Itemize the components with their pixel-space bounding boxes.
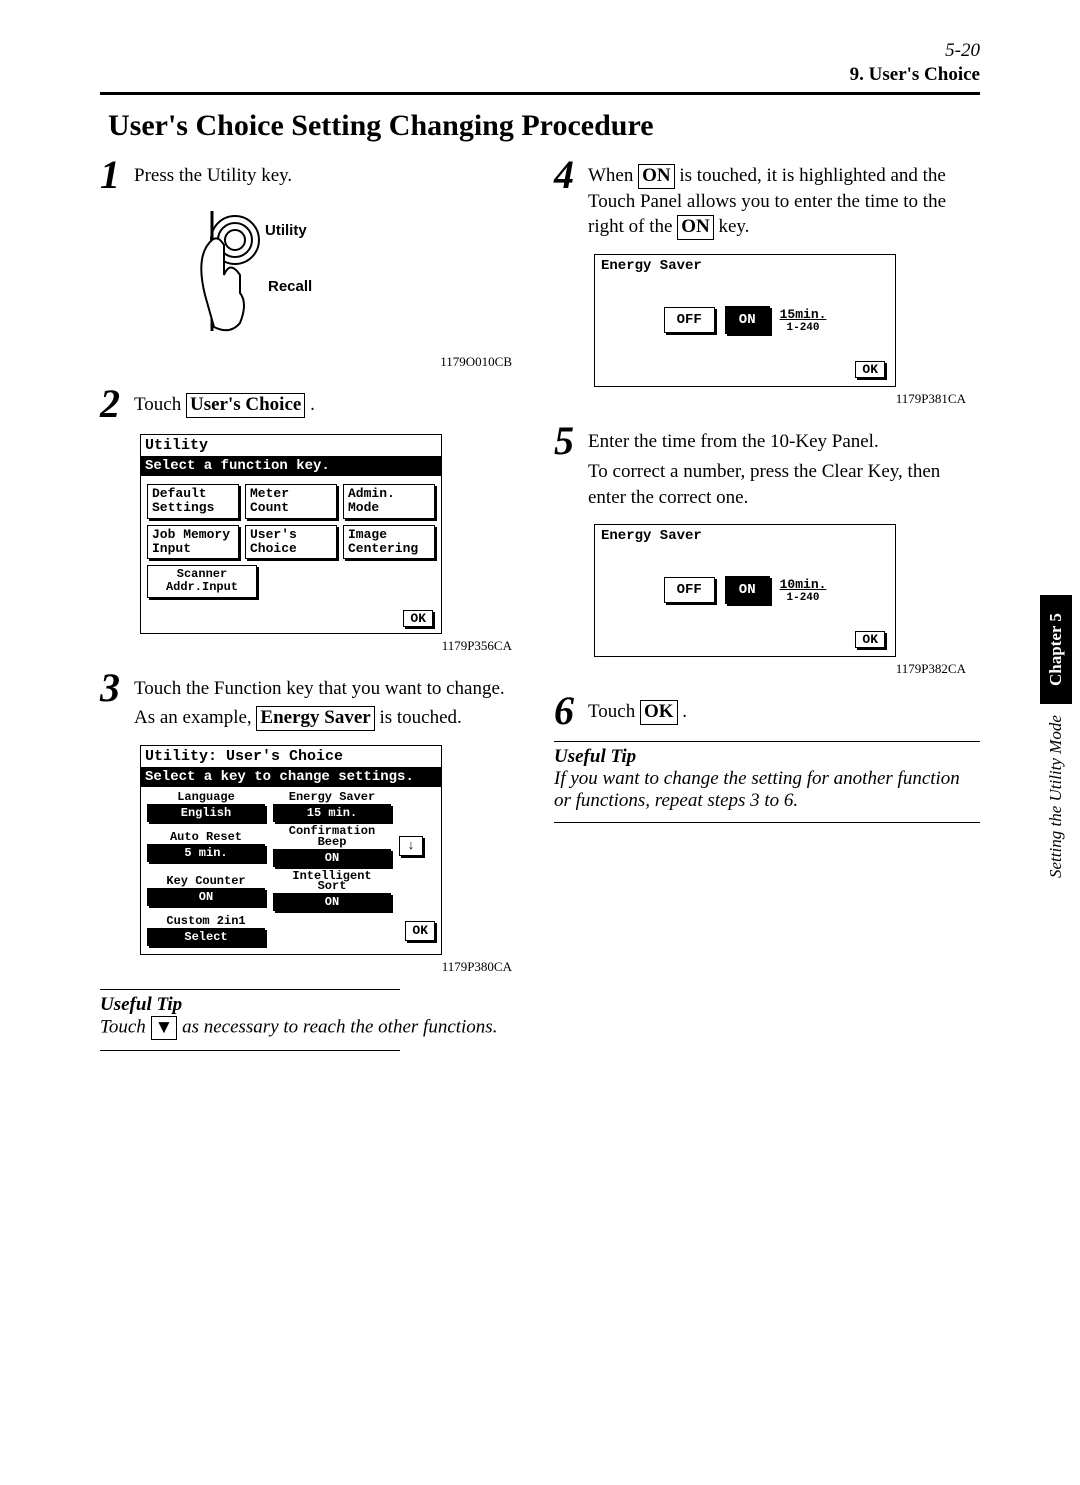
step-4: 4 When ON is touched, it is highlighted … [554,155,980,244]
tip-rule [554,741,980,742]
custom-2in1-setting[interactable]: Custom 2in1Select [147,915,265,946]
figure-code: 1179P356CA [100,638,526,654]
tip-rule [554,822,980,823]
screen-title: Energy Saver [595,255,708,278]
auto-reset-setting[interactable]: Auto Reset5 min. [147,831,265,862]
language-setting[interactable]: LanguageEnglish [147,791,265,822]
step-6: 6 Touch OK . [554,691,980,731]
on-button-ref: ON [677,215,714,240]
admin-mode-button[interactable]: Admin. Mode [343,484,435,519]
chapter-tab: Chapter 5 [1040,595,1072,704]
useful-tip-text: Touch ▼ as necessary to reach the other … [100,1016,526,1040]
ok-button[interactable]: OK [403,610,433,627]
step-3: 3 Touch the Function key that you want t… [100,668,526,735]
useful-tip-title: Useful Tip [554,746,980,768]
on-button[interactable]: ON [725,306,770,334]
step-text: Enter the time from the 10-Key Panel. To… [588,421,980,514]
tip-rule [100,989,400,990]
figure-code: 1179O010CB [100,354,526,370]
time-display: 15min. 1-240 [780,307,827,334]
users-choice-button[interactable]: User's Choice [245,525,337,560]
figure-code: 1179P381CA [554,391,980,407]
useful-tip-title: Useful Tip [100,994,526,1016]
step-number: 3 [100,668,120,708]
on-button[interactable]: ON [725,576,770,604]
meter-count-button[interactable]: Meter Count [245,484,337,519]
side-tab: Chapter 5 Setting the Utility Mode [1040,595,1072,891]
screen-title: Utility [141,435,441,456]
figure-code: 1179P380CA [100,959,526,975]
section-header: 9. User's Choice [100,64,980,86]
utility-label: Utility [265,222,307,239]
figure-code: 1179P382CA [554,661,980,677]
step-number: 1 [100,155,120,195]
ok-button[interactable]: OK [855,631,885,648]
step-text: Touch the Function key that you want to … [134,668,505,735]
finger-illustration: Utility Recall [140,205,526,350]
ok-button-ref: OK [640,700,678,725]
scanner-addr-input-button[interactable]: Scanner Addr.Input [147,565,257,597]
intelligent-sort-setting[interactable]: Intelligent SortON [273,871,391,912]
step-1: 1 Press the Utility key. [100,155,526,195]
step-number: 6 [554,691,574,731]
energy-saver-button-ref: Energy Saver [256,706,374,731]
recall-label: Recall [268,278,312,295]
screen-title: Energy Saver [595,525,708,548]
energy-saver-setting[interactable]: Energy Saver15 min. [273,791,391,822]
users-choice-button-ref: User's Choice [186,393,305,418]
step-number: 2 [100,384,120,424]
key-counter-setting[interactable]: Key CounterON [147,875,265,906]
off-button[interactable]: OFF [664,577,715,603]
step-text: Touch User's Choice . [134,384,315,422]
screen-banner: Select a function key. [141,456,441,476]
chapter-label: Setting the Utility Mode [1044,704,1068,891]
step-2: 2 Touch User's Choice . [100,384,526,424]
off-button[interactable]: OFF [664,307,715,333]
ok-button[interactable]: OK [855,361,885,378]
energy-saver-screen: Energy Saver OFF ON 15min. 1-240 OK [594,254,896,387]
confirmation-beep-setting[interactable]: Confirmation BeepON [273,826,391,867]
on-button-ref: ON [638,164,675,189]
down-triangle-icon: ▼ [151,1016,178,1040]
useful-tip-text: If you want to change the setting for an… [554,768,980,812]
step-5: 5 Enter the time from the 10-Key Panel. … [554,421,980,514]
default-settings-button[interactable]: Default Settings [147,484,239,519]
image-centering-button[interactable]: Image Centering [343,525,435,560]
page-title: User's Choice Setting Changing Procedure [108,109,980,143]
time-display: 10min. 1-240 [780,577,827,604]
down-arrow-button[interactable]: ↓ [399,836,423,856]
users-choice-screen: Utility: User's Choice Select a key to c… [140,745,442,955]
screen-banner: Select a key to change settings. [141,767,441,787]
utility-screen: Utility Select a function key. Default S… [140,434,442,634]
header-rule [100,92,980,95]
step-text: Touch OK . [588,691,687,729]
job-memory-input-button[interactable]: Job Memory Input [147,525,239,560]
step-text: When ON is touched, it is highlighted an… [588,155,980,244]
step-text: Press the Utility key. [134,155,292,193]
step-number: 5 [554,421,574,461]
tip-rule [100,1050,400,1051]
ok-button[interactable]: OK [405,921,435,941]
screen-title: Utility: User's Choice [141,746,441,767]
page-number: 5-20 [100,40,980,62]
step-number: 4 [554,155,574,195]
energy-saver-screen: Energy Saver OFF ON 10min. 1-240 OK [594,524,896,657]
